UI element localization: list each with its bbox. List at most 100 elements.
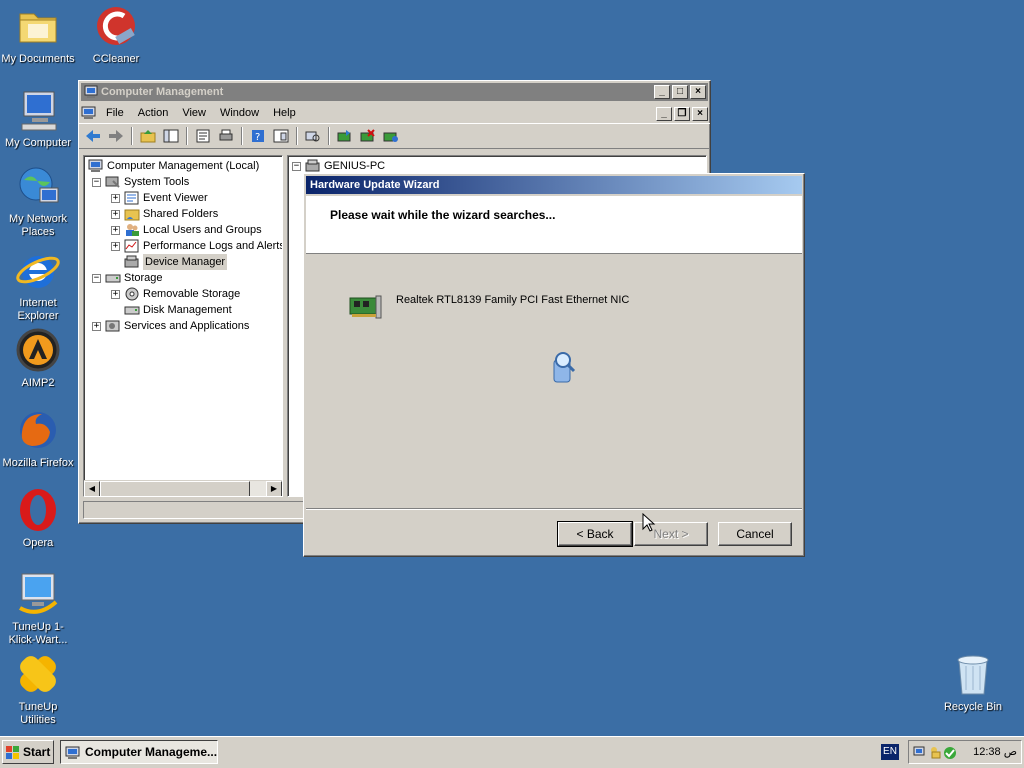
system-tools-icon [105, 175, 121, 189]
menu-file[interactable]: File [99, 103, 131, 123]
menu-help[interactable]: Help [266, 103, 303, 123]
clock[interactable]: 12:38 ص [973, 741, 1017, 763]
maximize-button[interactable]: □ [672, 85, 688, 99]
desktop-icon-label: Mozilla Firefox [2, 457, 74, 469]
title-bar[interactable]: Computer Management _ □ × [81, 83, 708, 101]
expand-toggle[interactable]: + [111, 289, 120, 299]
child-close-button[interactable]: × [692, 107, 708, 121]
update-driver-icon[interactable] [335, 126, 355, 146]
uninstall-icon[interactable] [358, 126, 378, 146]
tree-item-event-viewer[interactable]: + Event Viewer [111, 190, 208, 206]
desktop-icon-ccleaner[interactable]: CCleaner [78, 2, 154, 66]
tree-item-system-tools[interactable]: − System Tools [92, 174, 189, 190]
expand-toggle[interactable]: + [111, 193, 120, 203]
toolbar-separator [241, 127, 243, 145]
tree-item-device-manager[interactable]: Device Manager [124, 254, 228, 270]
scan-hardware-icon[interactable] [303, 126, 323, 146]
back-button[interactable]: < Back [557, 521, 633, 547]
desktop-icon-opera[interactable]: Opera [0, 486, 76, 550]
cancel-button[interactable]: Cancel [718, 522, 792, 546]
system-tray: 12:38 ص [908, 740, 1022, 764]
menu-action[interactable]: Action [131, 103, 176, 123]
desktop-icon-my-documents[interactable]: My Documents [0, 2, 76, 66]
desktop-icon-recycle-bin[interactable]: Recycle Bin [935, 650, 1011, 714]
tree-item-local-users-groups[interactable]: + Local Users and Groups [111, 222, 262, 238]
tree-item-storage[interactable]: − Storage [92, 270, 163, 286]
scroll-thumb[interactable] [100, 481, 250, 496]
desktop-icon-mozilla-firefox[interactable]: Mozilla Firefox [0, 406, 76, 470]
forward-arrow-icon[interactable] [106, 126, 126, 146]
computer-name: GENIUS-PC [324, 160, 386, 172]
desktop-icon-aimp2[interactable]: AIMP2 [0, 326, 76, 390]
desktop-icon-label: TuneUp Utilities [18, 701, 58, 726]
shared-folders-icon [124, 207, 140, 221]
tree-item-removable-storage[interactable]: + Removable Storage [111, 286, 240, 302]
horizontal-scrollbar[interactable]: ◀ ▶ [84, 480, 282, 496]
desktop-icon-tuneup-1-klick[interactable]: TuneUp 1-Klick-Wart... [0, 570, 76, 647]
tree-item-shared-folders[interactable]: + Shared Folders [111, 206, 218, 222]
wizard-title-bar[interactable]: Hardware Update Wizard [306, 176, 802, 194]
device-tree-root[interactable]: − GENIUS-PC [292, 158, 385, 174]
expand-toggle[interactable]: + [111, 209, 120, 219]
scroll-right-button[interactable]: ▶ [266, 481, 282, 496]
properties-icon[interactable] [193, 126, 213, 146]
tree-label: Local Users and Groups [143, 224, 262, 236]
collapse-toggle[interactable]: − [92, 177, 101, 187]
disable-device-icon[interactable] [381, 126, 401, 146]
desktop-icon-label: Internet Explorer [17, 297, 59, 322]
window-title: Computer Management [101, 86, 224, 98]
close-button[interactable]: × [690, 85, 706, 99]
desktop-icon-my-computer[interactable]: My Computer [0, 86, 76, 150]
checkmark-tray-icon[interactable] [943, 746, 957, 760]
minimize-button[interactable]: _ [654, 85, 670, 99]
wizard-header: Please wait while the wizard searches... [306, 196, 802, 254]
tree-item-computer-management-local[interactable]: Computer Management (Local) [88, 158, 259, 174]
child-restore-button[interactable]: ❐ [674, 107, 690, 121]
show-hide-tree-icon[interactable] [161, 126, 181, 146]
collapse-toggle[interactable]: − [92, 273, 101, 283]
collapse-toggle[interactable]: − [292, 161, 301, 171]
taskbar-item-computer-management[interactable]: Computer Manageme... [60, 740, 218, 764]
tuneup-monitor-icon [14, 570, 62, 618]
menu-window[interactable]: Window [213, 103, 266, 123]
tree-label: Services and Applications [124, 320, 250, 332]
menu-view[interactable]: View [175, 103, 213, 123]
desktop-icon-tuneup-utilities[interactable]: TuneUp Utilities [0, 650, 76, 727]
toolbar-separator [131, 127, 133, 145]
tree-pane[interactable]: Computer Management (Local) − System Too… [83, 155, 283, 497]
desktop-icon-label: TuneUp 1-Klick-Wart... [8, 621, 68, 646]
desktop-icon-label: My Computer [4, 137, 72, 149]
language-indicator[interactable]: EN [881, 744, 899, 760]
expand-toggle[interactable]: + [92, 321, 101, 331]
tree-item-services-applications[interactable]: + Services and Applications [92, 318, 249, 334]
disk-management-icon [124, 303, 140, 317]
tree-item-performance-logs[interactable]: + Performance Logs and Alerts [111, 238, 283, 254]
start-button[interactable]: Start [2, 740, 54, 764]
storage-icon [105, 271, 121, 285]
network-tray-icon[interactable] [913, 745, 927, 759]
expand-toggle[interactable]: + [111, 241, 120, 251]
child-minimize-button[interactable]: _ [656, 107, 672, 121]
scroll-left-button[interactable]: ◀ [84, 481, 100, 496]
print-icon[interactable] [216, 126, 236, 146]
tree-label: Performance Logs and Alerts [143, 240, 283, 252]
network-globe-icon [14, 162, 62, 210]
mouse-cursor [642, 512, 656, 533]
performance-logs-icon [124, 239, 140, 253]
desktop-icon-label: My Documents [1, 53, 75, 65]
desktop-icon-internet-explorer[interactable]: Internet Explorer [0, 246, 76, 323]
console-view-icon[interactable] [271, 126, 291, 146]
help-icon[interactable]: ? [248, 126, 268, 146]
desktop-icon-label: CCleaner [92, 53, 140, 65]
tree-item-disk-management[interactable]: Disk Management [124, 302, 232, 318]
hardware-update-wizard[interactable]: Hardware Update Wizard Please wait while… [303, 173, 805, 557]
firefox-icon [14, 406, 62, 454]
security-tray-icon[interactable] [929, 745, 943, 759]
up-folder-icon[interactable] [138, 126, 158, 146]
back-arrow-icon[interactable] [83, 126, 103, 146]
folder-icon [14, 2, 62, 50]
users-icon [124, 223, 140, 237]
internet-explorer-icon [14, 246, 62, 294]
expand-toggle[interactable]: + [111, 225, 120, 235]
desktop-icon-my-network-places[interactable]: My Network Places [0, 162, 76, 239]
